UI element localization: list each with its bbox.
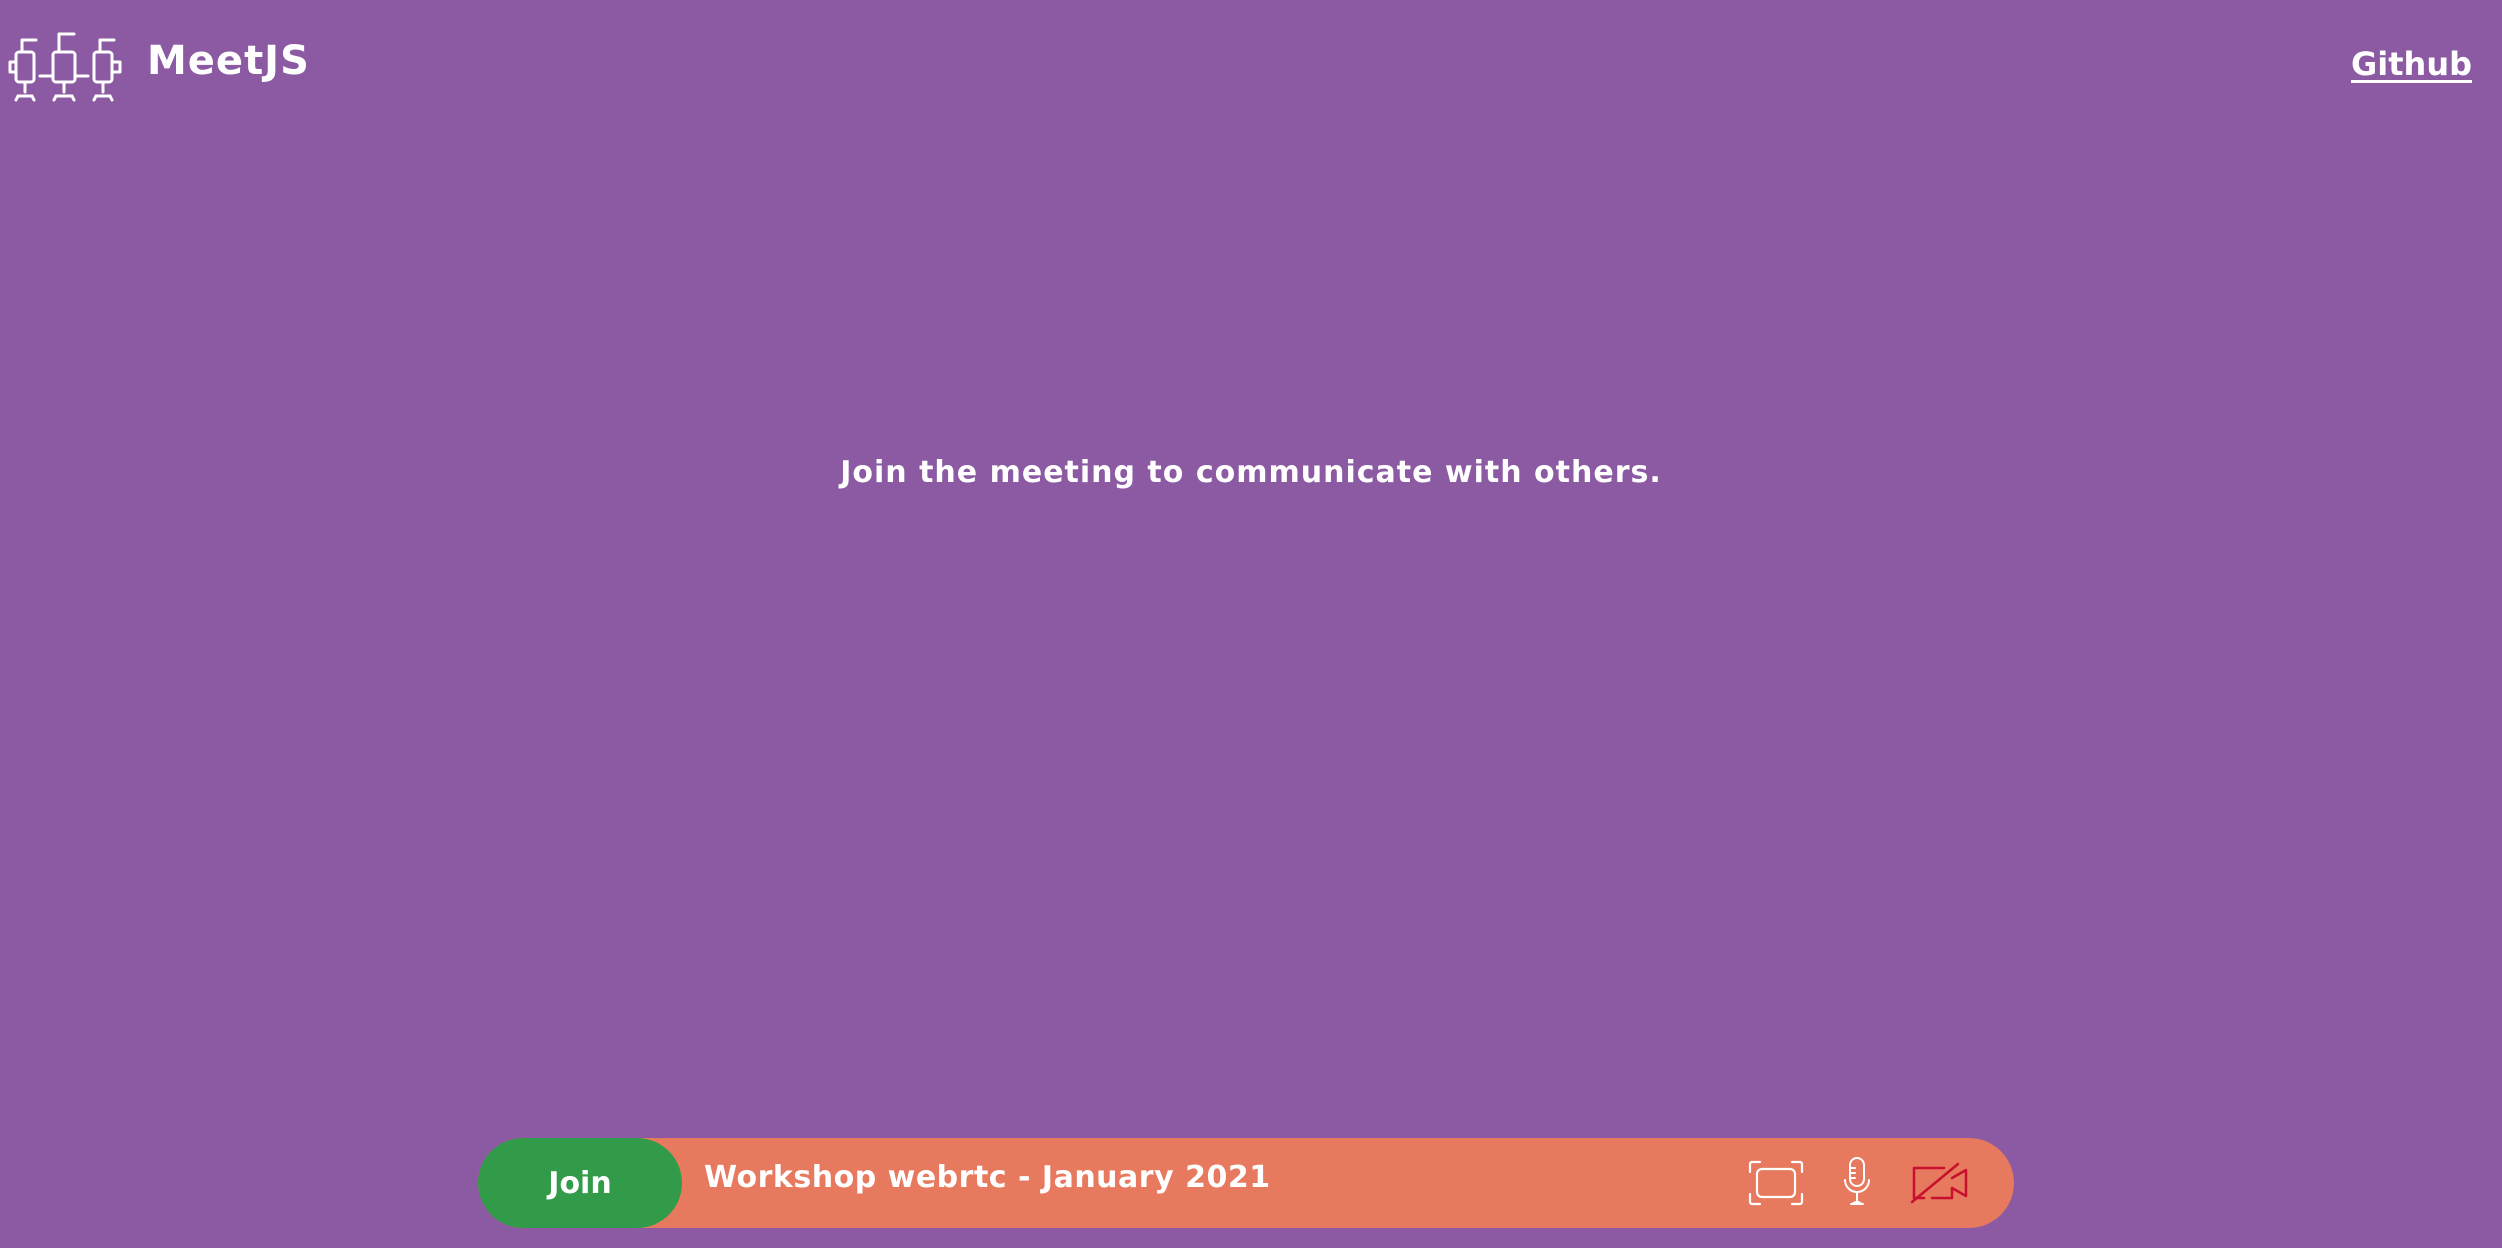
join-button[interactable]: Join — [478, 1138, 682, 1228]
microphone-icon — [1844, 1157, 1870, 1205]
join-prompt-message: Join the meeting to communicate with oth… — [840, 455, 1662, 490]
meeting-control-bar: Join Workshop webrtc - January 2021 — [478, 1138, 2014, 1228]
people-group-icon — [8, 32, 122, 102]
meeting-title: Workshop webrtc - January 2021 — [704, 1160, 1271, 1195]
microphone-button[interactable] — [1832, 1153, 1882, 1213]
header: MeetJS Github — [0, 0, 2502, 135]
fullscreen-icon — [1748, 1160, 1804, 1206]
camera-toggle-button[interactable] — [1908, 1153, 1972, 1213]
camera-off-icon — [1910, 1162, 1968, 1204]
fullscreen-button[interactable] — [1746, 1153, 1806, 1213]
github-link[interactable]: Github — [2351, 45, 2472, 83]
brand-name: MeetJS — [147, 38, 310, 84]
